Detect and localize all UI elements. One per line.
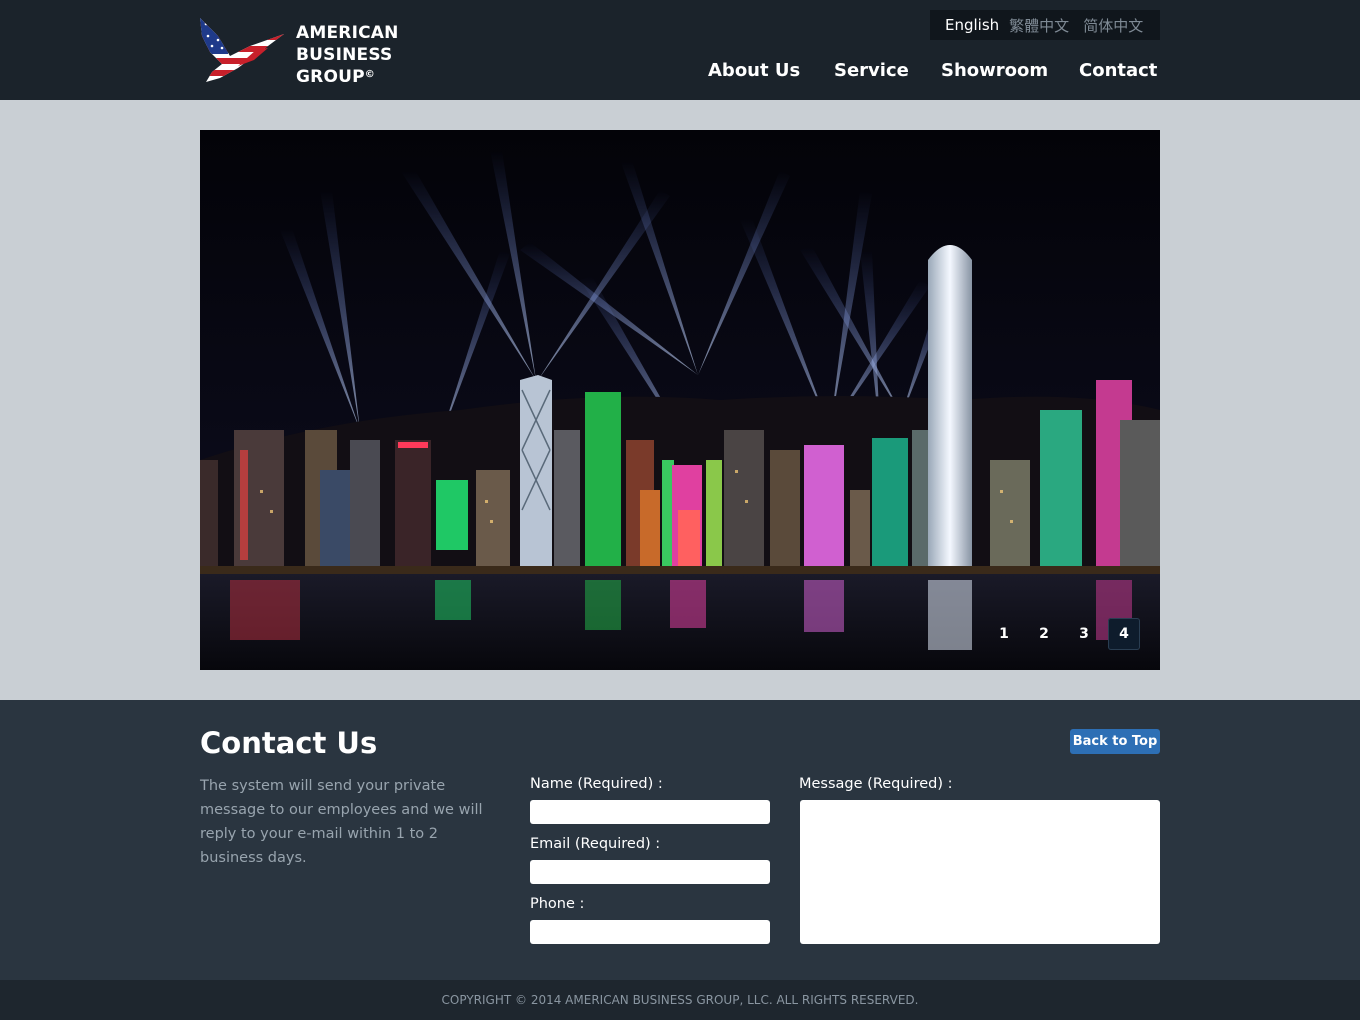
copyright-text: COPYRIGHT © 2014 AMERICAN BUSINESS GROUP… — [441, 993, 919, 1007]
email-field[interactable] — [530, 860, 770, 884]
lang-english[interactable]: English — [945, 16, 999, 34]
lang-traditional-chinese[interactable]: 繁體中文 — [1009, 15, 1069, 36]
contact-section: Contact Us Back to Top The system will s… — [0, 700, 1360, 980]
brand-line-1: AMERICAN — [296, 23, 399, 43]
name-label: Name (Required) : — [530, 776, 663, 792]
nav-contact[interactable]: Contact — [1079, 60, 1157, 81]
nav-showroom[interactable]: Showroom — [941, 60, 1048, 81]
slider-pagination: 1 2 3 4 — [988, 618, 1140, 650]
site-header: AMERICAN BUSINESS GROUP© English 繁體中文 简体… — [0, 0, 1360, 100]
site-footer: COPYRIGHT © 2014 AMERICAN BUSINESS GROUP… — [0, 980, 1360, 1020]
slide-page-2[interactable]: 2 — [1028, 618, 1060, 650]
contact-title: Contact Us — [200, 726, 378, 760]
nav-service[interactable]: Service — [834, 60, 909, 81]
hero-slider: 1 2 3 4 — [200, 130, 1160, 670]
back-to-top-button[interactable]: Back to Top — [1070, 729, 1160, 754]
message-label: Message (Required) : — [799, 776, 953, 792]
contact-description: The system will send your private messag… — [200, 778, 483, 866]
phone-field[interactable] — [530, 920, 770, 944]
nav-about-us[interactable]: About Us — [708, 60, 800, 81]
phone-label: Phone : — [530, 896, 585, 912]
email-label: Email (Required) : — [530, 836, 661, 852]
language-switcher: English 繁體中文 简体中文 — [930, 10, 1160, 40]
lang-simplified-chinese[interactable]: 简体中文 — [1083, 15, 1143, 36]
name-field[interactable] — [530, 800, 770, 824]
main-nav: About Us Service Showroom Contact — [0, 60, 1360, 86]
hero-image — [200, 130, 1160, 670]
slide-page-3[interactable]: 3 — [1068, 618, 1100, 650]
slide-page-1[interactable]: 1 — [988, 618, 1020, 650]
message-field[interactable] — [800, 800, 1160, 944]
slide-page-4[interactable]: 4 — [1108, 618, 1140, 650]
